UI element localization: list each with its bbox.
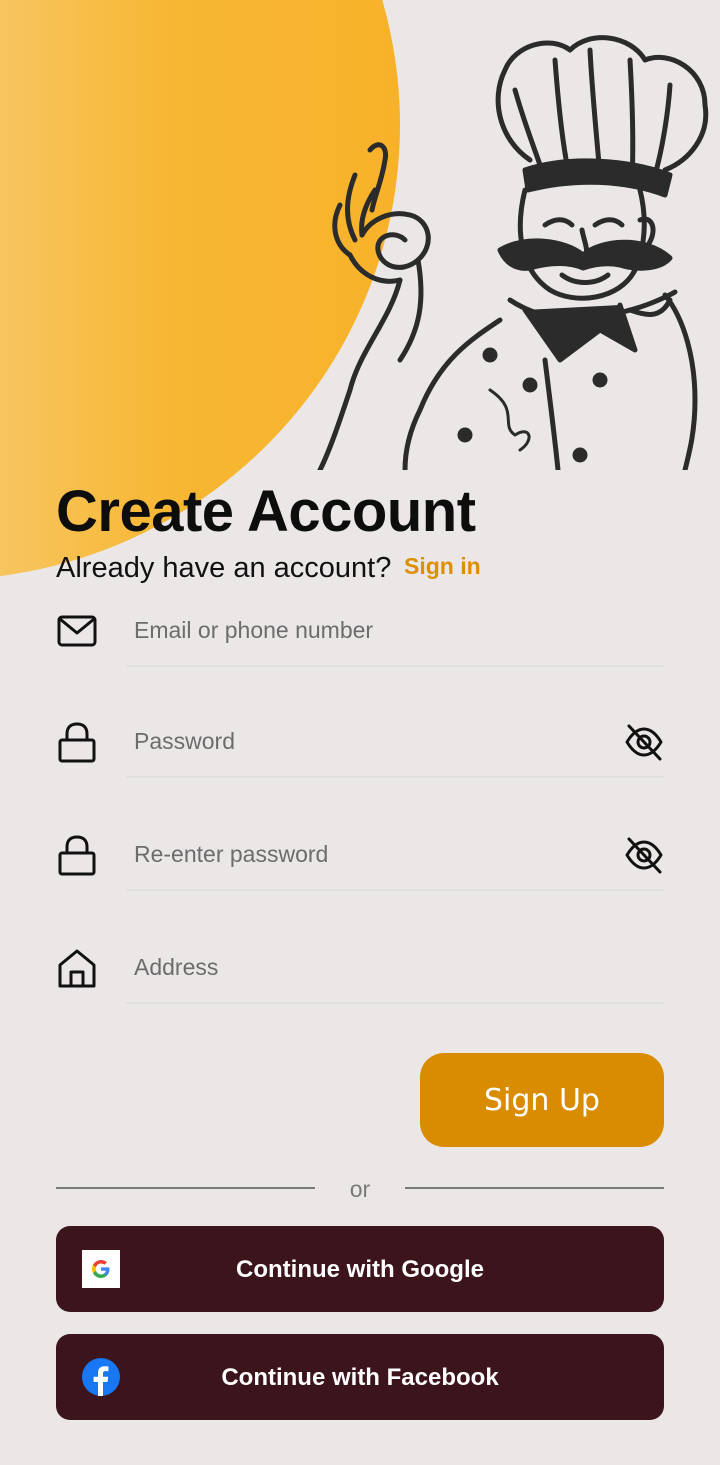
password-field	[56, 721, 664, 801]
signin-prompt: Already have an account?	[56, 552, 392, 584]
address-field	[56, 947, 664, 1027]
eye-off-icon[interactable]	[624, 722, 664, 762]
lock-icon	[58, 835, 96, 876]
email-underline	[126, 665, 664, 667]
password-underline	[126, 776, 664, 778]
page-title: Create Account	[56, 479, 476, 544]
confirm-password-underline	[126, 889, 664, 891]
google-button-label: Continue with Google	[236, 1256, 484, 1283]
chef-illustration	[317, 35, 709, 470]
facebook-signin-button[interactable]: Continue with Facebook	[56, 1334, 664, 1420]
confirm-password-field	[56, 834, 664, 914]
address-input[interactable]	[134, 947, 594, 987]
signup-button[interactable]: Sign Up	[420, 1053, 664, 1147]
email-input[interactable]	[134, 610, 594, 650]
confirm-password-input[interactable]	[134, 834, 594, 874]
divider-left	[56, 1187, 315, 1189]
password-input[interactable]	[134, 721, 594, 761]
google-signin-button[interactable]: Continue with Google	[56, 1226, 664, 1312]
divider-right	[405, 1187, 664, 1189]
signin-link[interactable]: Sign in	[404, 553, 481, 580]
lock-icon	[58, 722, 96, 763]
mail-icon	[57, 615, 97, 647]
facebook-button-label: Continue with Facebook	[221, 1364, 499, 1391]
address-underline	[126, 1002, 664, 1004]
eye-off-icon[interactable]	[624, 835, 664, 875]
divider-text: or	[349, 1176, 371, 1202]
home-icon	[58, 949, 96, 988]
email-field	[56, 610, 664, 690]
